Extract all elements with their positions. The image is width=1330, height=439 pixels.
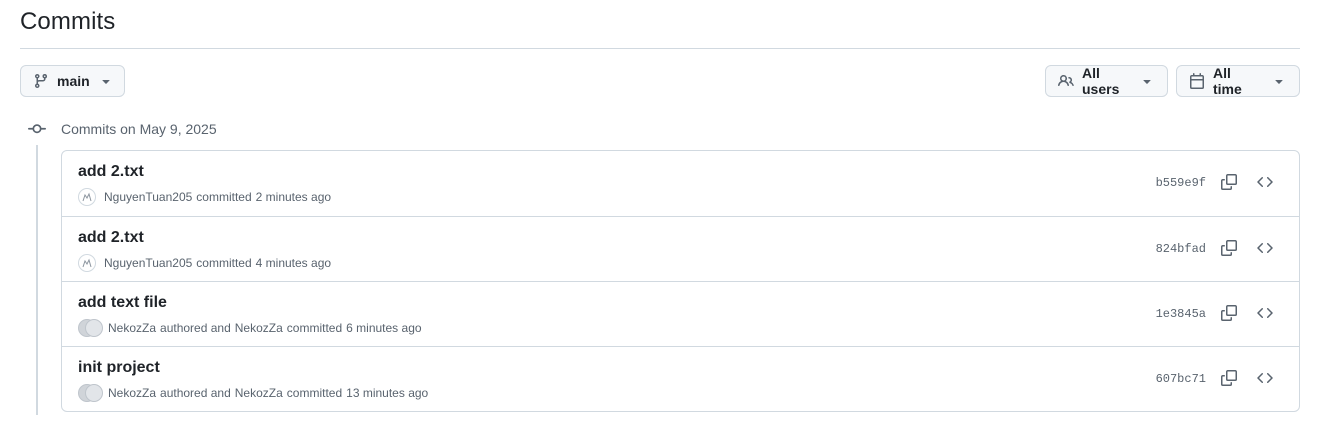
calendar-icon [1189, 73, 1205, 89]
commit-action: committed [196, 190, 252, 204]
code-icon[interactable] [1257, 370, 1273, 386]
commit-committer-link[interactable]: NekozZa [235, 321, 283, 335]
code-icon[interactable] [1257, 240, 1273, 256]
commit-committer-link[interactable]: NekozZa [235, 386, 283, 400]
triangle-down-icon [1139, 73, 1155, 89]
commit-title-link[interactable]: add 2.txt [78, 229, 144, 247]
people-icon [1058, 73, 1074, 89]
commit-sha-link[interactable]: 824bfad [1156, 242, 1206, 256]
timeline-line [36, 145, 38, 415]
branch-label: main [57, 73, 90, 89]
commit-meta: NekozZa authored and NekozZa committed 6… [78, 319, 422, 337]
commit-author-link[interactable]: NguyenTuan205 [104, 256, 192, 270]
code-icon[interactable] [1257, 174, 1273, 190]
triangle-down-icon [1271, 73, 1287, 89]
page-title: Commits [20, 8, 116, 35]
avatar[interactable] [78, 384, 103, 402]
copy-icon[interactable] [1221, 305, 1237, 321]
commit-list: add 2.txt NguyenTuan205 committed 2 minu… [61, 150, 1300, 412]
git-commit-icon [28, 120, 46, 138]
commit-time: 4 minutes ago [255, 256, 332, 270]
commit-row: add 2.txt NguyenTuan205 committed 4 minu… [62, 217, 1299, 282]
commit-title-link[interactable]: init project [78, 359, 160, 377]
commit-row: add text file NekozZa authored and Nekoz… [62, 282, 1299, 347]
commit-joiner: authored and [160, 386, 231, 400]
avatar[interactable] [78, 319, 103, 337]
committer-avatar [85, 319, 103, 337]
code-icon[interactable] [1257, 305, 1273, 321]
commit-group-heading: Commits on May 9, 2025 [61, 121, 217, 137]
commit-row: init project NekozZa authored and NekozZ… [62, 347, 1299, 411]
copy-icon[interactable] [1221, 370, 1237, 386]
commit-title-link[interactable]: add 2.txt [78, 163, 144, 181]
commit-author-link[interactable]: NguyenTuan205 [104, 190, 192, 204]
avatar[interactable] [78, 254, 96, 272]
commit-author-link[interactable]: NekozZa [108, 321, 156, 335]
avatar[interactable] [78, 188, 96, 206]
commit-time: 2 minutes ago [255, 190, 332, 204]
commit-meta: NguyenTuan205 committed 2 minutes ago [78, 188, 331, 206]
commit-action: committed [196, 256, 252, 270]
triangle-down-icon [98, 73, 114, 89]
commit-action: committed [286, 386, 343, 400]
commit-action: committed [286, 321, 343, 335]
commit-meta: NekozZa authored and NekozZa committed 1… [78, 384, 428, 402]
users-filter-label: All users [1082, 65, 1120, 97]
time-filter-button[interactable]: All time [1176, 65, 1300, 97]
commit-sha-link[interactable]: 607bc71 [1156, 372, 1206, 386]
commit-row: add 2.txt NguyenTuan205 committed 2 minu… [62, 151, 1299, 217]
commit-sha-link[interactable]: b559e9f [1156, 176, 1206, 190]
commit-time: 6 minutes ago [346, 321, 422, 335]
branch-select-button[interactable]: main [20, 65, 125, 97]
commit-joiner: authored and [160, 321, 231, 335]
commit-meta: NguyenTuan205 committed 4 minutes ago [78, 254, 331, 272]
title-divider [20, 48, 1300, 49]
copy-icon[interactable] [1221, 240, 1237, 256]
users-filter-button[interactable]: All users [1045, 65, 1168, 97]
git-branch-icon [33, 73, 49, 89]
commit-title-link[interactable]: add text file [78, 294, 167, 312]
committer-avatar [85, 384, 103, 402]
copy-icon[interactable] [1221, 174, 1237, 190]
commit-sha-link[interactable]: 1e3845a [1156, 307, 1206, 321]
commit-time: 13 minutes ago [346, 386, 429, 400]
time-filter-label: All time [1213, 65, 1242, 97]
commit-author-link[interactable]: NekozZa [108, 386, 156, 400]
